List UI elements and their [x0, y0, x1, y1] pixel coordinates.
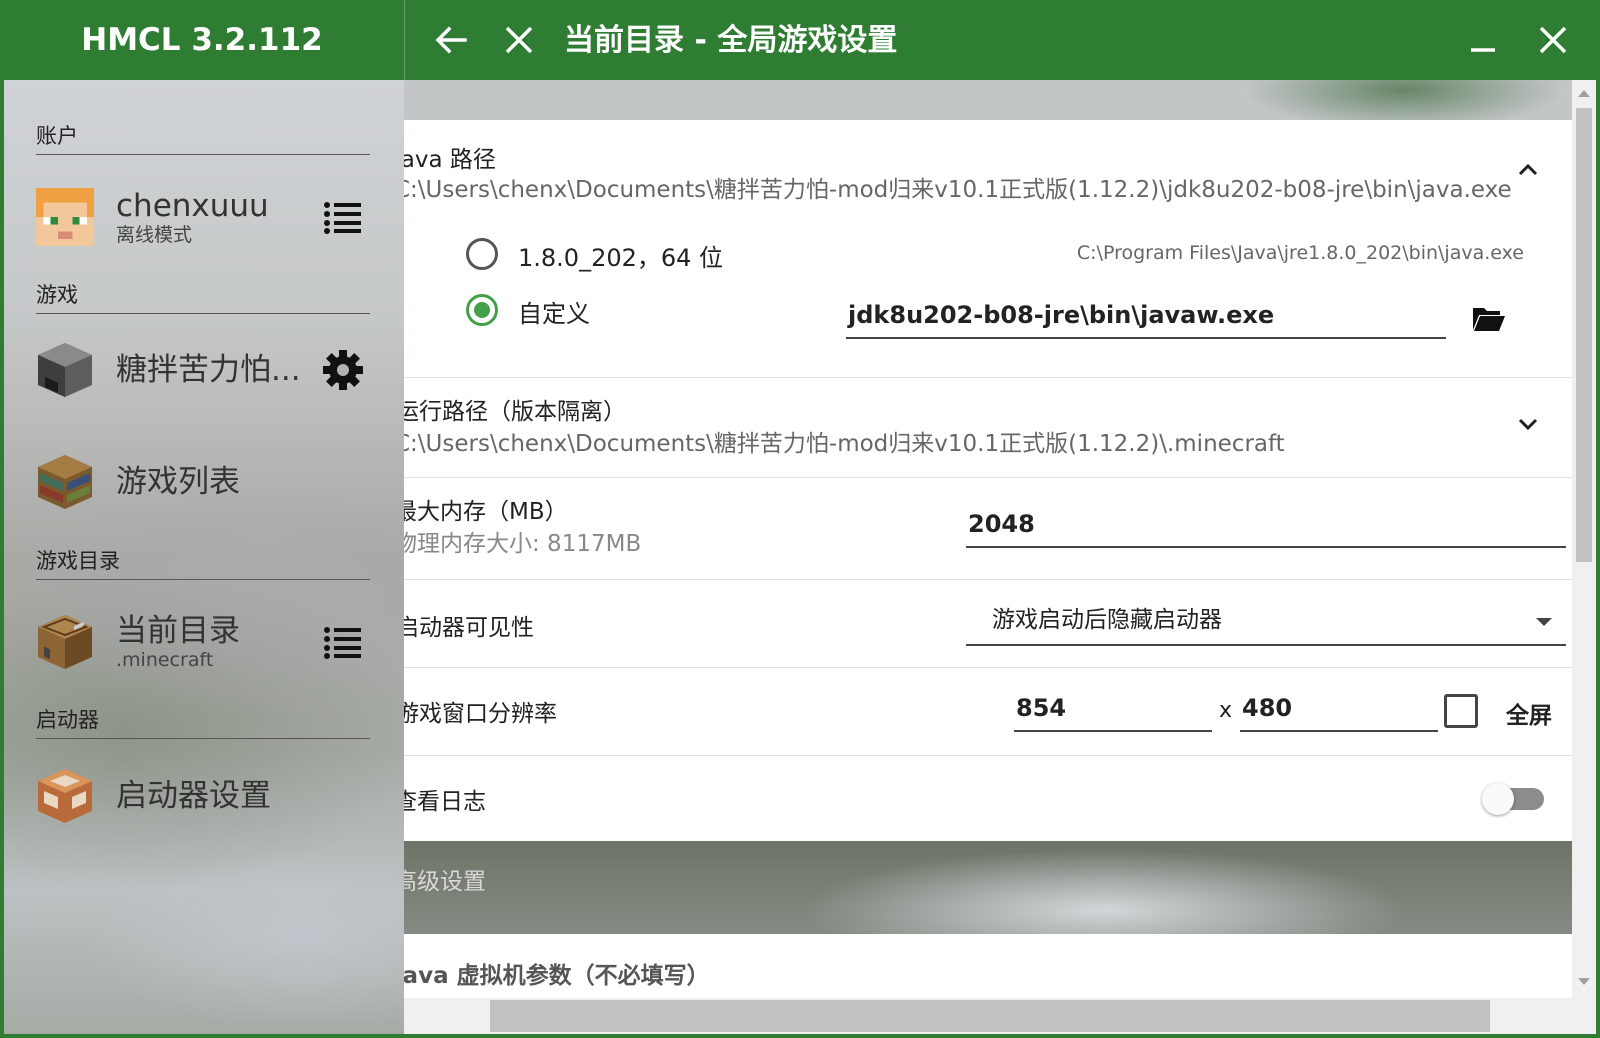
- minimize-icon: [1471, 48, 1495, 52]
- view-log-row: 查看日志: [404, 756, 1572, 841]
- arrow-left-icon: [435, 26, 467, 54]
- jvm-args-title: Java 虚拟机参数（不必填写）: [404, 963, 710, 989]
- chevron-up-icon: [1518, 163, 1538, 176]
- current-dir-item[interactable]: 当前目录 .minecraft: [36, 602, 370, 682]
- launcher-visibility-select[interactable]: 游戏启动后隐藏启动器: [966, 598, 1566, 646]
- fullscreen-checkbox[interactable]: [1444, 694, 1478, 728]
- launcher-visibility-value: 游戏启动后隐藏启动器: [992, 607, 1222, 633]
- current-dir-label: 当前目录: [116, 613, 240, 649]
- page-title: 当前目录 - 全局游戏设置: [564, 23, 898, 58]
- run-dir-value: C:\Users\chenx\Documents\糖拌苦力怕-mod归来v10.…: [404, 431, 1285, 457]
- title-divider: [404, 0, 405, 80]
- launcher-visibility-row: 启动器可见性 游戏启动后隐藏启动器: [404, 580, 1572, 668]
- expand-run-dir-button[interactable]: [1514, 410, 1542, 438]
- account-mode: 离线模式: [116, 224, 193, 246]
- resolution-separator: x: [1219, 698, 1233, 723]
- view-log-toggle[interactable]: [1482, 783, 1544, 815]
- vertical-scroll-thumb[interactable]: [1576, 108, 1592, 562]
- horizontal-scroll-thumb[interactable]: [490, 1000, 1490, 1032]
- resolution-height-input[interactable]: 480: [1240, 688, 1438, 732]
- close-icon: [505, 26, 533, 54]
- close-page-button[interactable]: [496, 17, 542, 63]
- scroll-up-arrow-icon[interactable]: [1578, 90, 1590, 97]
- game-list-item[interactable]: 游戏列表: [36, 442, 370, 522]
- browse-java-button[interactable]: [1472, 304, 1506, 334]
- settings-card: Java 路径 C:\Users\chenx\Documents\糖拌苦力怕-m…: [404, 120, 1572, 841]
- close-window-button[interactable]: [1530, 17, 1576, 63]
- run-dir-row[interactable]: 运行路径（版本隔离） C:\Users\chenx\Documents\糖拌苦力…: [404, 378, 1572, 478]
- chevron-down-icon: [1518, 418, 1538, 431]
- account-item[interactable]: chenxuuu 离线模式: [36, 177, 370, 257]
- advanced-settings-header: 高级设置: [404, 869, 486, 895]
- java-option-radio-custom[interactable]: [466, 294, 498, 326]
- folder-open-icon: [1473, 308, 1505, 331]
- back-button[interactable]: [428, 17, 474, 63]
- max-memory-input[interactable]: 2048: [966, 504, 1566, 548]
- bookshelf-icon: [36, 453, 94, 511]
- dir-list-button[interactable]: [322, 622, 364, 662]
- launcher-settings-label: 启动器设置: [116, 778, 271, 814]
- resolution-row: 游戏窗口分辨率 854 x 480 全屏: [404, 668, 1572, 756]
- window-bottom-border: [0, 1034, 1600, 1038]
- game-item[interactable]: 糖拌苦力怕...: [36, 330, 370, 410]
- max-memory-row: 最大内存（MB） 物理内存大小: 8117MB 2048: [404, 478, 1572, 580]
- account-name: chenxuuu: [116, 188, 269, 224]
- horizontal-scrollbar[interactable]: [404, 998, 1572, 1034]
- close-icon: [1539, 26, 1567, 54]
- scroll-down-arrow-icon[interactable]: [1578, 978, 1590, 985]
- game-name: 糖拌苦力怕...: [116, 352, 301, 388]
- resolution-title: 游戏窗口分辨率: [404, 701, 557, 727]
- launcher-settings-item[interactable]: 启动器设置: [36, 756, 370, 836]
- steve-avatar-icon: [36, 188, 94, 246]
- launcher-visibility-title: 启动器可见性: [404, 615, 534, 641]
- section-label-launcher: 启动器: [36, 704, 370, 739]
- command-block-icon: [36, 767, 94, 825]
- custom-java-path-input[interactable]: jdk8u202-b08-jre\bin\javaw.exe: [846, 295, 1446, 339]
- title-bar: HMCL 3.2.112 当前目录 - 全局游戏设置: [0, 0, 1600, 80]
- sidebar: 账户 chenxuuu 离线模式 游戏 糖拌苦力怕... 游戏列表 游戏目录 当…: [4, 80, 404, 1034]
- section-label-account: 账户: [36, 120, 370, 155]
- java-option-path-1: C:\Program Files\Java\jre1.8.0_202\bin\j…: [1076, 242, 1524, 264]
- furnace-icon: [36, 341, 94, 399]
- fullscreen-label: 全屏: [1506, 703, 1552, 729]
- account-list-button[interactable]: [322, 197, 364, 237]
- resolution-width-input[interactable]: 854: [1014, 688, 1212, 732]
- settings-panel: Java 路径 C:\Users\chenx\Documents\糖拌苦力怕-m…: [404, 80, 1572, 1034]
- current-dir-sub: .minecraft: [116, 649, 214, 671]
- dropdown-arrow-icon: [1536, 618, 1552, 626]
- java-option-radio-1[interactable]: [466, 238, 498, 270]
- max-memory-sub: 物理内存大小: 8117MB: [404, 531, 642, 557]
- gear-icon: [323, 350, 363, 390]
- toggle-thumb: [1482, 783, 1514, 815]
- java-path-value: C:\Users\chenx\Documents\糖拌苦力怕-mod归来v10.…: [404, 177, 1512, 203]
- view-log-title: 查看日志: [404, 789, 486, 815]
- run-dir-title: 运行路径（版本隔离）: [404, 399, 626, 425]
- section-label-game-dir: 游戏目录: [36, 545, 370, 580]
- java-path-title: Java 路径: [404, 147, 496, 173]
- game-list-label: 游戏列表: [116, 464, 240, 500]
- java-option-label-1: 1.8.0_202，64 位: [518, 244, 724, 272]
- vertical-scrollbar[interactable]: [1572, 80, 1596, 1034]
- section-label-game: 游戏: [36, 279, 370, 314]
- java-option-label-custom: 自定义: [518, 300, 590, 328]
- java-path-row: Java 路径 C:\Users\chenx\Documents\糖拌苦力怕-m…: [404, 120, 1572, 378]
- minimize-button[interactable]: [1460, 17, 1506, 63]
- list-icon: [324, 627, 361, 659]
- crafting-table-icon: [36, 613, 94, 671]
- collapse-java-path-button[interactable]: [1514, 156, 1542, 184]
- list-icon: [324, 202, 361, 234]
- max-memory-title: 最大内存（MB）: [404, 499, 568, 525]
- game-settings-button[interactable]: [322, 350, 364, 390]
- app-title: HMCL 3.2.112: [81, 22, 323, 58]
